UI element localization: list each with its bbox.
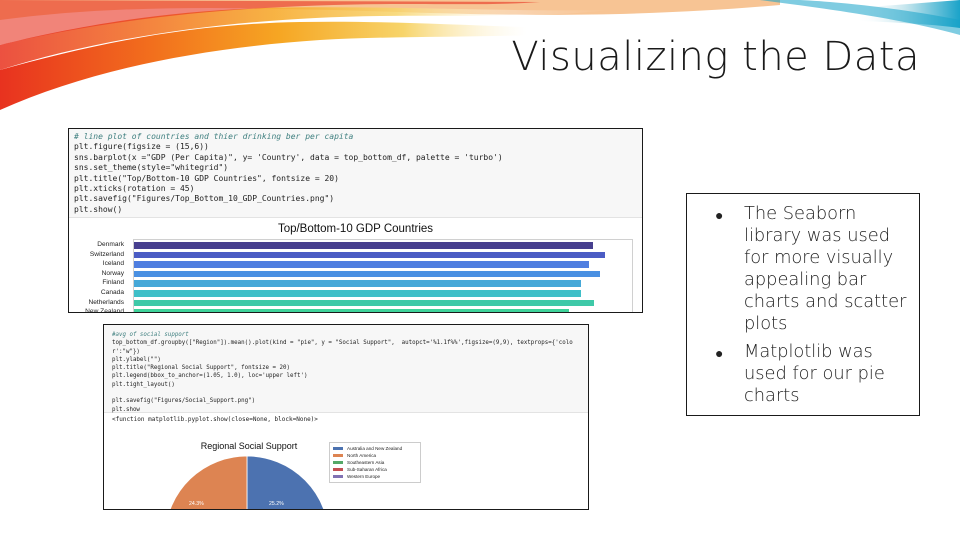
legend-label: Southeastern Asia — [347, 460, 385, 465]
code-comment: # line plot of countries and thier drink… — [74, 132, 354, 141]
legend-swatch — [333, 475, 343, 478]
info-box: ● The Seaborn library was used for more … — [686, 193, 920, 416]
barplot-notebook-screenshot: # line plot of countries and thier drink… — [68, 128, 643, 313]
code-lines: plt.figure(figsize = (15,6)) sns.barplot(… — [74, 142, 637, 215]
pie-value-label: 25.2% — [269, 501, 284, 507]
pie-value-label: 24.3% — [189, 501, 204, 507]
bullet-text-seaborn: The Seaborn library was used for more vi… — [744, 203, 907, 334]
legend-item: Sub-Saharan Africa — [333, 466, 417, 473]
bar — [134, 242, 594, 249]
pie-slice-north-america — [169, 455, 248, 509]
legend-swatch — [333, 468, 343, 471]
pie-legend: Australia and New Zealand North America So… — [329, 442, 421, 483]
legend-swatch — [333, 454, 343, 457]
legend-item: Southeastern Asia — [333, 459, 417, 466]
code-cell: # line plot of countries and thier drink… — [69, 129, 642, 218]
legend-swatch — [333, 447, 343, 450]
bullet-text-matplotlib: Matplotlib was used for our pie charts — [744, 341, 885, 406]
bullet-dot: ● — [715, 207, 724, 223]
legend-item: Western Europe — [333, 473, 417, 480]
code-line: plt.xticks(rotation = 45) — [74, 184, 195, 194]
bar-row: New Zealand — [85, 307, 632, 312]
code-line: plt.title("Top/Bottom-10 GDP Countries",… — [74, 173, 339, 183]
code-line: sns.barplot(x ="GDP (Per Capita)", y= 'C… — [74, 152, 503, 162]
bar — [134, 270, 601, 278]
bar — [134, 261, 589, 268]
piechart-notebook-screenshot: #avg of social support top_bottom_df.grou… — [103, 324, 589, 510]
bar-chart-title: Top/Bottom-10 GDP Countries — [277, 223, 434, 235]
code-line: sns.set_theme(style="whitegrid") — [74, 163, 229, 173]
bar-category-label: Switzerland — [89, 250, 124, 258]
pie-slice-australia-nz — [246, 455, 325, 509]
code-line: plt.savefig("Figures/Top_Bottom_10_GDP_C… — [74, 194, 335, 204]
legend-swatch — [333, 461, 343, 464]
legend-label: Australia and New Zealand — [347, 446, 403, 451]
legend-label: North America — [347, 453, 377, 458]
bar — [134, 309, 569, 312]
bar-category-label: Finland — [102, 279, 124, 287]
bar — [134, 251, 606, 259]
bar-chart-plot-area: Denmark Switzerland Iceland Norway Finland Ca… — [85, 239, 633, 312]
legend-label: Sub-Saharan Africa — [347, 467, 387, 472]
bar-category-label: Canada — [100, 289, 124, 296]
bar-category-label: Norway — [101, 269, 124, 277]
bullet-dot: ● — [715, 345, 724, 361]
bar-category-label: Netherlands — [88, 298, 124, 306]
legend-label: Western Europe — [347, 474, 381, 479]
slide-title: Visualizing the Data — [511, 34, 920, 80]
bar — [134, 280, 581, 287]
bar-category-label: Iceland — [102, 260, 124, 268]
legend-item: Australia and New Zealand — [333, 445, 417, 452]
code-line: plt.show() — [74, 204, 123, 214]
bar — [134, 299, 594, 307]
bar-category-label: New Zealand — [85, 308, 124, 313]
bar-category-label: Denmark — [97, 241, 124, 248]
legend-item: North America — [333, 452, 417, 459]
bar — [134, 290, 581, 297]
code-line: plt.figure(figsize = (15,6)) — [74, 142, 209, 152]
